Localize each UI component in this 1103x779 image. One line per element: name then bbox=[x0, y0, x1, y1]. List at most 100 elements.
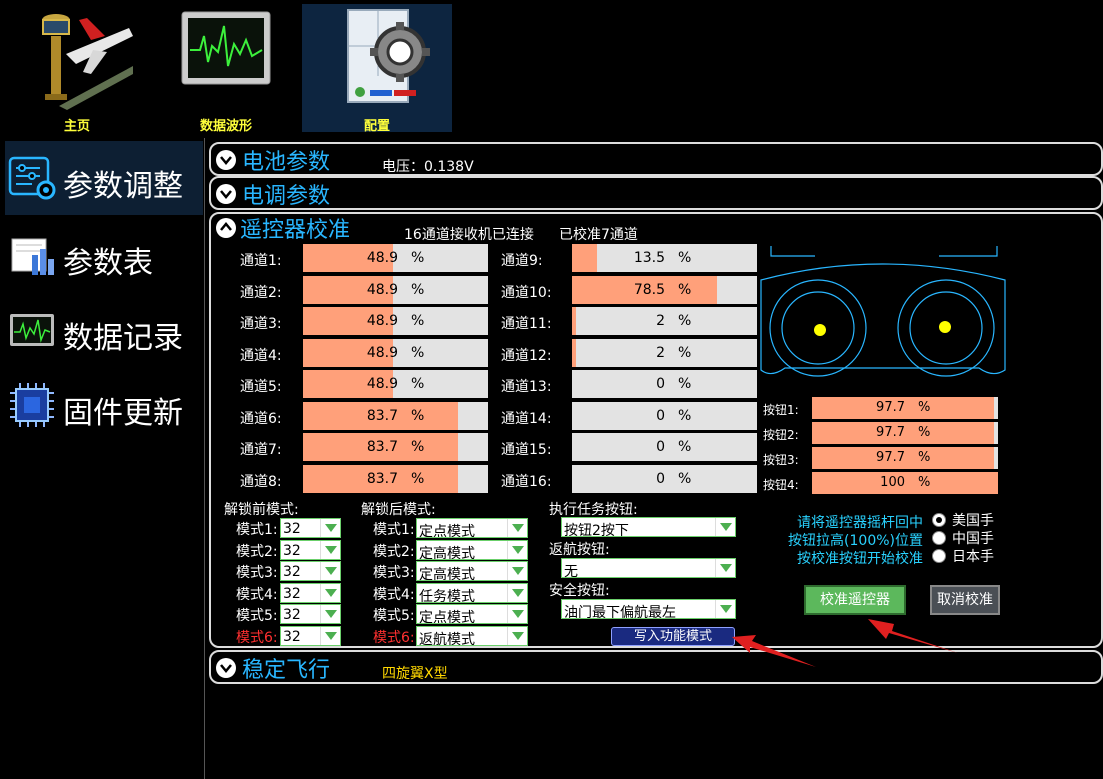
channel-bar: 78.5% bbox=[572, 275, 757, 304]
sidebar-item-firmware-update[interactable]: 固件更新 bbox=[5, 368, 203, 442]
channel-bar: 0% bbox=[572, 401, 757, 430]
sidebar-item-label: 固件更新 bbox=[63, 396, 183, 431]
mode-select[interactable]: 32 bbox=[280, 561, 341, 581]
task-button-select[interactable]: 按钮2按下 bbox=[561, 517, 736, 539]
sidebar-item-data-record[interactable]: 数据记录 bbox=[5, 293, 203, 367]
channel-unit: % bbox=[678, 376, 692, 392]
toolbar-home[interactable]: 主页 bbox=[7, 4, 147, 134]
battery-panel-header[interactable]: 电池参数 电压：0.138V bbox=[209, 142, 1103, 176]
channel-value: 0 bbox=[656, 407, 665, 424]
chevron-down-icon bbox=[320, 519, 340, 537]
channel-bar-fill bbox=[572, 338, 576, 367]
mode-select[interactable]: 任务模式 bbox=[416, 582, 528, 605]
channel-unit: % bbox=[411, 281, 425, 298]
channel-unit: % bbox=[678, 281, 692, 298]
channel-value: 0 bbox=[656, 470, 665, 487]
battery-panel-title: 电池参数 bbox=[242, 150, 331, 175]
sidebar-item-param-table[interactable]: 参数表 bbox=[5, 218, 203, 292]
channel-label: 通道5: bbox=[240, 379, 282, 395]
mode-select[interactable]: 32 bbox=[280, 625, 341, 646]
channel-bar: 48.9% bbox=[303, 275, 488, 304]
mode-value: 任务模式 bbox=[419, 588, 475, 605]
cancel-calibration-button[interactable]: 取消校准 bbox=[930, 585, 1000, 615]
mode-value: 定高模式 bbox=[419, 567, 475, 583]
mode-select[interactable]: 32 bbox=[280, 518, 341, 538]
button-unit: % bbox=[918, 400, 931, 415]
esc-panel-header[interactable]: 电调参数 bbox=[209, 176, 1103, 210]
button-label: 按钮4: bbox=[763, 478, 799, 492]
rc-receiver-status: 16通道接收机已连接 bbox=[404, 227, 534, 243]
chevron-down-icon[interactable] bbox=[216, 150, 236, 170]
toolbar-config[interactable]: 配置 bbox=[302, 4, 452, 134]
chevron-down-icon[interactable] bbox=[216, 658, 236, 678]
calib-instruction-1: 请将遥控器摇杆回中 bbox=[797, 515, 923, 531]
radio-jp-mode[interactable] bbox=[932, 549, 946, 563]
radio-cn-mode[interactable] bbox=[932, 531, 946, 545]
channel-value: 0 bbox=[656, 439, 665, 455]
calibrate-rc-button[interactable]: 校准遥控器 bbox=[804, 585, 906, 615]
safety-button-select[interactable]: 油门最下偏航最左 bbox=[561, 599, 736, 621]
rth-button-select[interactable]: 无 bbox=[561, 558, 736, 580]
annotation-arrow-calibrate bbox=[868, 619, 958, 653]
stable-flight-panel-header[interactable]: 稳定飞行 四旋翼X型 bbox=[209, 650, 1103, 684]
channel-value: 13.5 bbox=[633, 250, 665, 266]
mode-value: 32 bbox=[283, 628, 301, 645]
channel-label: 通道14: bbox=[501, 410, 552, 427]
mode-select[interactable]: 32 bbox=[280, 604, 341, 624]
mode-label: 模式5: bbox=[373, 608, 415, 624]
post-unlock-title: 解锁后模式: bbox=[361, 502, 436, 518]
bar-table-icon bbox=[11, 238, 54, 275]
mode-select[interactable]: 32 bbox=[280, 582, 341, 603]
annotation-arrow-write bbox=[732, 635, 816, 667]
mode-value: 32 bbox=[283, 542, 301, 559]
channel-value: 2 bbox=[656, 313, 665, 329]
calib-instruction-3: 按校准按钮开始校准 bbox=[797, 551, 923, 567]
mode-value: 32 bbox=[283, 564, 301, 580]
toolbar-waveform-label: 数据波形 bbox=[199, 119, 252, 134]
toolbar-waveform[interactable]: 数据波形 bbox=[162, 4, 290, 134]
channel-label: 通道2: bbox=[240, 284, 282, 301]
channel-bar: 83.7% bbox=[303, 464, 488, 493]
sliders-gear-icon bbox=[8, 156, 56, 200]
mode-select[interactable]: 返航模式 bbox=[416, 625, 528, 648]
write-mode-button[interactable]: 写入功能模式 bbox=[611, 627, 735, 646]
chevron-down-icon bbox=[507, 562, 527, 580]
channel-unit: % bbox=[411, 407, 425, 424]
mode-select[interactable]: 定点模式 bbox=[416, 518, 528, 540]
channel-bar: 48.9% bbox=[303, 338, 488, 367]
sidebar-item-param-adjust[interactable]: 参数调整 bbox=[5, 141, 203, 215]
rth-button-value: 无 bbox=[564, 564, 578, 580]
data-record-icon bbox=[10, 314, 54, 346]
mode-select[interactable]: 定高模式 bbox=[416, 561, 528, 583]
channel-label: 通道4: bbox=[240, 347, 282, 364]
mode-select[interactable]: 定高模式 bbox=[416, 539, 528, 562]
chevron-down-icon bbox=[507, 519, 527, 537]
channel-unit: % bbox=[678, 470, 692, 487]
chevron-down-icon[interactable] bbox=[216, 184, 236, 204]
radio-us-mode[interactable] bbox=[932, 513, 946, 527]
mode-label: 模式6: bbox=[373, 629, 415, 646]
channel-unit: % bbox=[411, 470, 425, 487]
chevron-down-icon bbox=[507, 605, 527, 623]
button-unit: % bbox=[918, 450, 931, 465]
chevron-down-icon bbox=[715, 518, 735, 536]
stable-flight-title: 稳定飞行 bbox=[242, 658, 331, 683]
button-value: 97.7 bbox=[876, 450, 905, 465]
mode-value: 返航模式 bbox=[419, 631, 475, 648]
mode-label: 模式4: bbox=[236, 586, 278, 603]
mode-select[interactable]: 定点模式 bbox=[416, 604, 528, 626]
button-label: 按钮3: bbox=[763, 453, 799, 467]
channel-bar: 2% bbox=[572, 338, 757, 367]
channel-bar-fill bbox=[572, 307, 576, 335]
button-bar: 97.7% bbox=[812, 397, 998, 419]
safety-button-value: 油门最下偏航最左 bbox=[564, 605, 676, 621]
channel-unit: % bbox=[411, 344, 425, 361]
channel-label: 通道16: bbox=[501, 473, 552, 490]
channel-bar: 48.9% bbox=[303, 307, 488, 335]
chip-icon bbox=[10, 383, 54, 427]
mode-label: 模式1: bbox=[373, 522, 415, 538]
mode-select[interactable]: 32 bbox=[280, 539, 341, 560]
rc-calibrated-status: 已校准7通道 bbox=[559, 227, 638, 243]
mode-label: 模式6: bbox=[236, 629, 278, 646]
chevron-up-icon[interactable] bbox=[216, 218, 236, 238]
